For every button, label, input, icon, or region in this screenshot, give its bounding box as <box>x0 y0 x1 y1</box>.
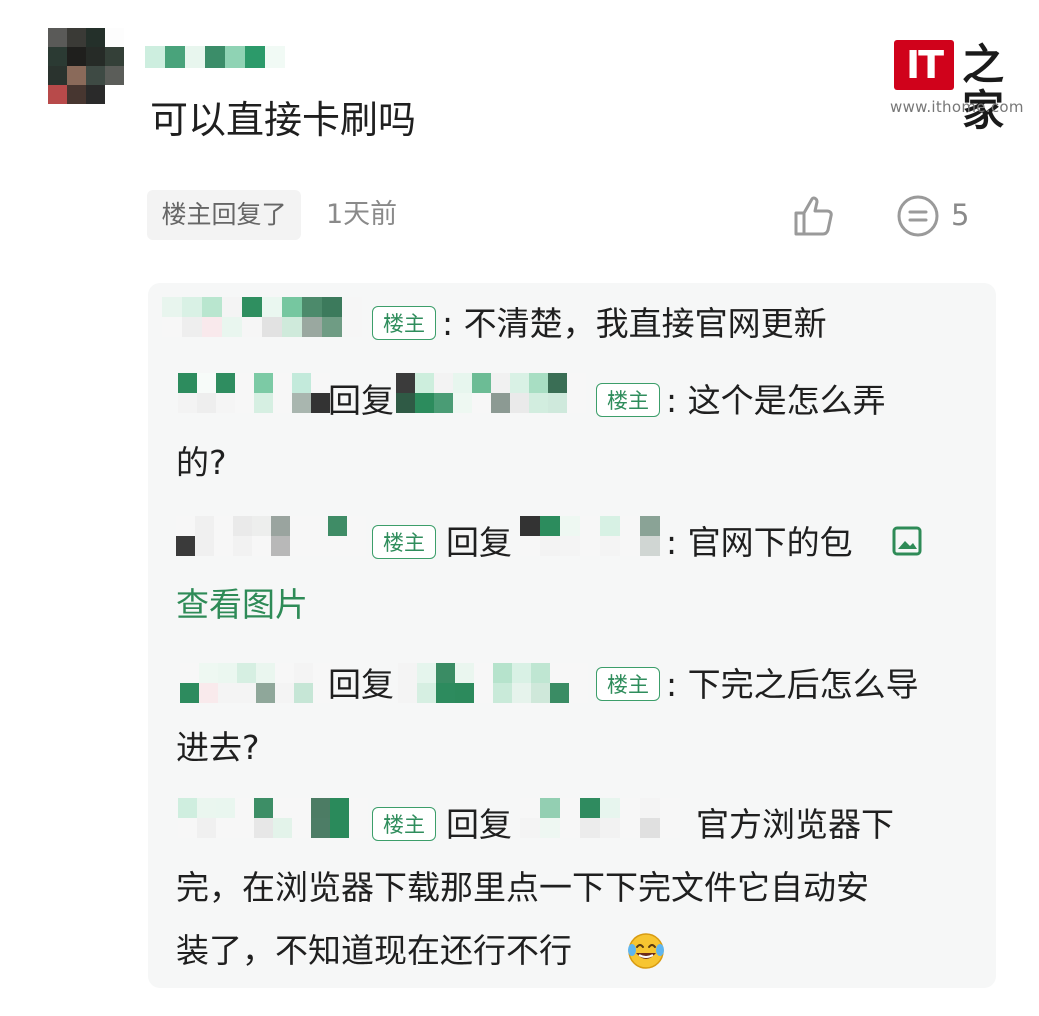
comment-count: 5 <box>951 198 970 232</box>
logo-it-mark: IT <box>894 40 954 90</box>
image-icon[interactable] <box>891 525 923 557</box>
op-badge: 楼主 <box>596 667 660 701</box>
replied-user-mosaic[interactable] <box>398 663 588 703</box>
reply-text: 官方浏览器下 <box>696 805 894 844</box>
reply-text-cont: 的? <box>176 443 227 482</box>
reply-text: : 不清楚，我直接官网更新 <box>442 304 827 343</box>
comment-thread: IT 之家 www.ithome.com 可以直接卡刷吗 楼主回复了 1天前 5 <box>0 0 1039 1016</box>
reply-author-mosaic[interactable] <box>180 663 332 703</box>
reply-text: : 官网下的包 <box>666 523 853 562</box>
reply-author-mosaic[interactable] <box>162 297 362 337</box>
op-badge: 楼主 <box>372 807 436 841</box>
op-badge: 楼主 <box>596 383 660 417</box>
replied-user-mosaic[interactable] <box>520 798 680 838</box>
reply-author-mosaic[interactable] <box>178 373 330 413</box>
logo-url: www.ithome.com <box>890 98 1024 116</box>
comment-text: 可以直接卡刷吗 <box>150 98 417 142</box>
reply-word: 回复 <box>446 805 512 844</box>
thumbs-up-icon[interactable] <box>790 192 838 240</box>
op-replied-tag: 楼主回复了 <box>147 190 301 240</box>
comment-time: 1天前 <box>326 199 398 230</box>
logo-chinese-text: 之家 <box>962 40 1005 135</box>
reply-text-cont: 进去? <box>176 728 260 767</box>
reply-text: : 下完之后怎么导 <box>666 665 919 704</box>
reply-author-mosaic[interactable] <box>176 516 366 556</box>
reply-word: 回复 <box>328 665 394 704</box>
reply-text: : 这个是怎么弄 <box>666 381 886 420</box>
comment-bubble-icon[interactable] <box>895 193 941 239</box>
replies-panel: 楼主 : 不清楚，我直接官网更新 回复 楼主 : 这个是怎么弄 的? 楼主 回复… <box>148 283 996 988</box>
view-image-link[interactable]: 查看图片 <box>176 580 308 630</box>
replied-user-mosaic[interactable] <box>520 516 660 556</box>
reply-word: 回复 <box>446 523 512 562</box>
reply-text-cont: 装了，不知道现在还行不行 <box>176 931 572 970</box>
reply-text-cont: 完，在浏览器下载那里点一下下完文件它自动安 <box>176 868 869 907</box>
username[interactable] <box>145 46 285 68</box>
laugh-tears-emoji-icon <box>628 933 664 969</box>
replied-user-mosaic[interactable] <box>396 373 586 413</box>
op-badge: 楼主 <box>372 306 436 340</box>
reply-author-mosaic[interactable] <box>178 798 368 838</box>
reply-word: 回复 <box>328 381 394 420</box>
op-badge: 楼主 <box>372 525 436 559</box>
avatar[interactable] <box>48 28 124 104</box>
ithome-logo: IT 之家 www.ithome.com <box>890 40 1030 134</box>
